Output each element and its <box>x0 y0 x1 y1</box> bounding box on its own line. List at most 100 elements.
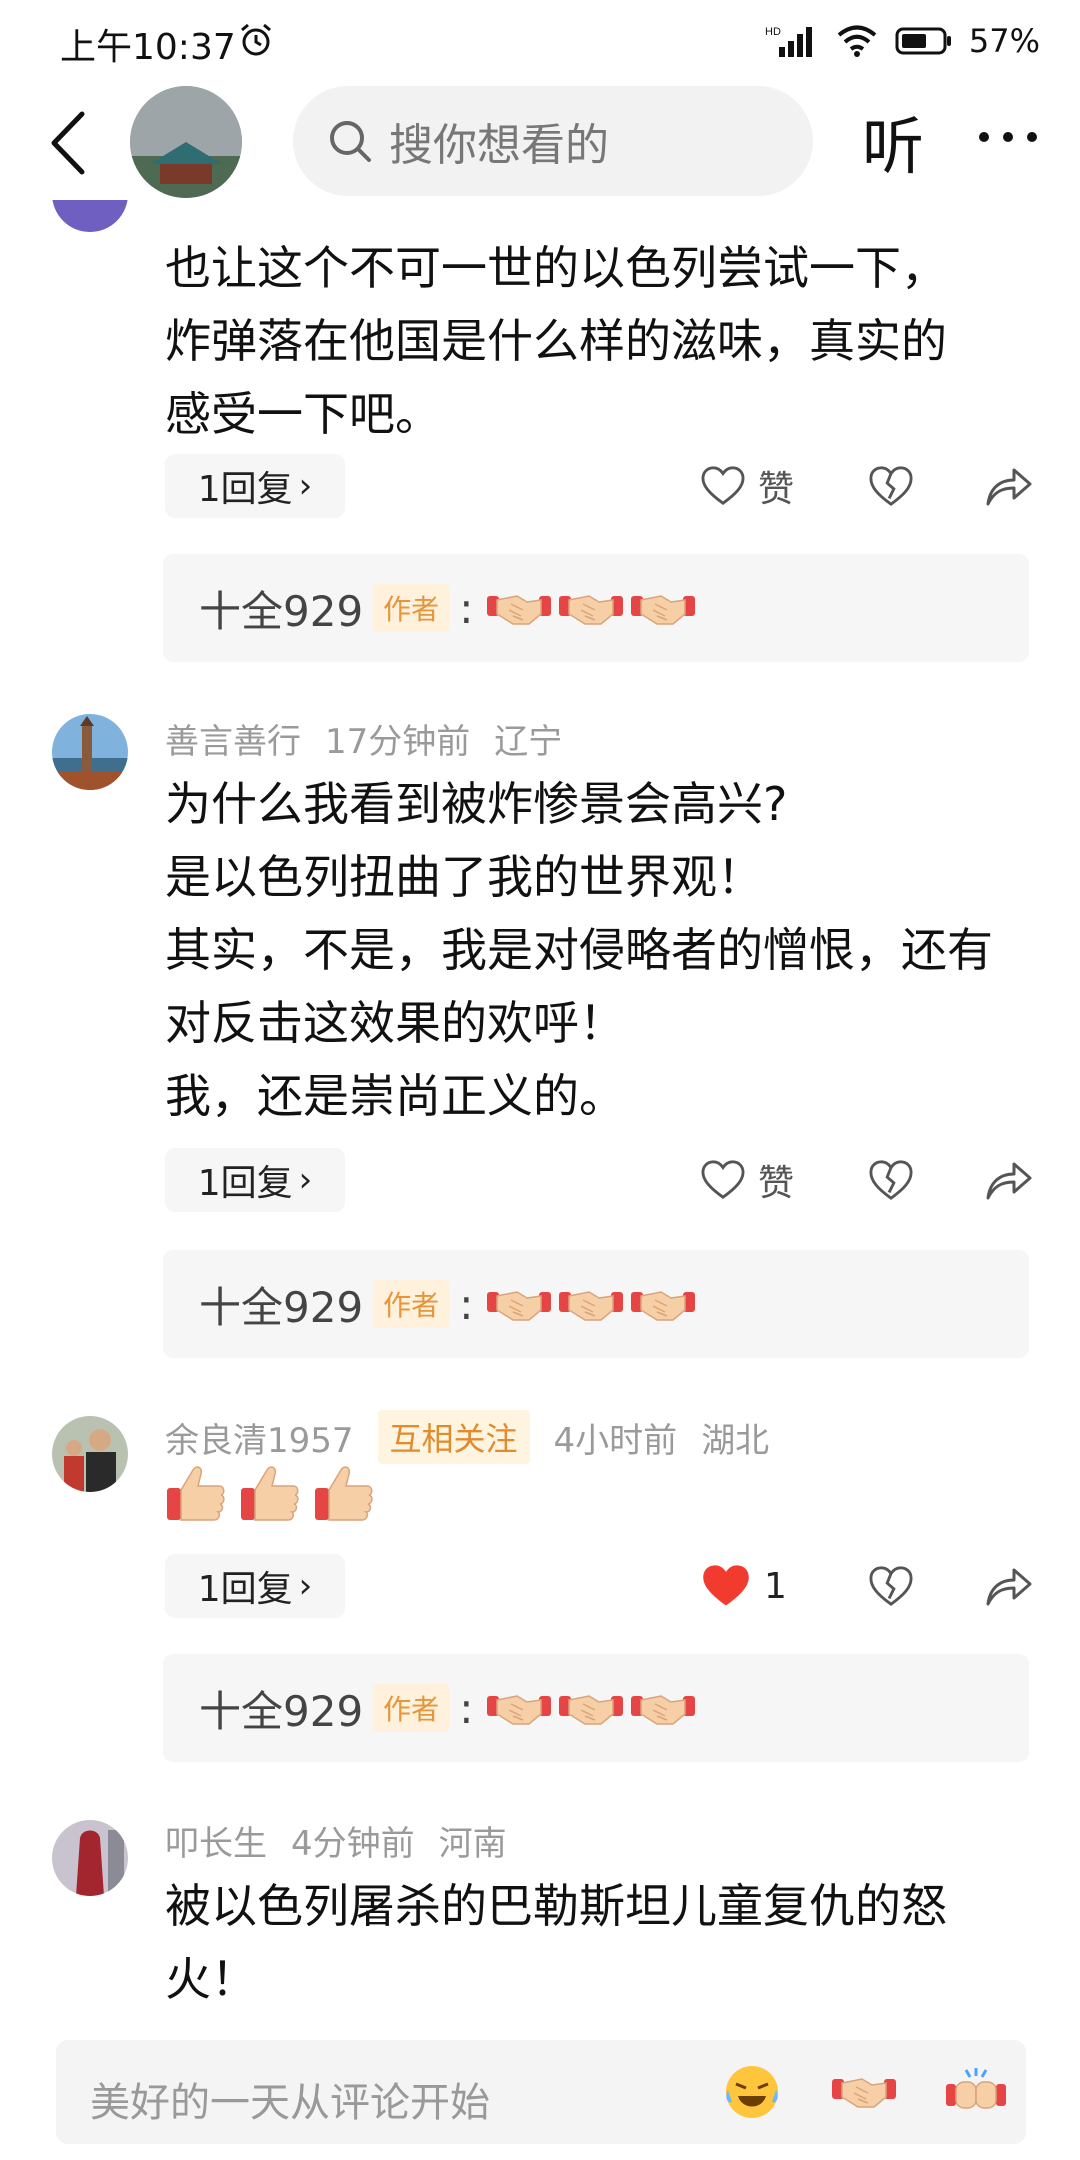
reply-count-button[interactable]: 1回复 › <box>165 1148 345 1212</box>
battery-icon <box>895 27 951 55</box>
handshake-emoji <box>559 1686 623 1730</box>
author-name: 十全929 <box>199 1282 364 1332</box>
reply-count-label: 1回复 <box>197 469 293 510</box>
comment-line: 对反击这效果的欢呼！ <box>165 996 625 1050</box>
like-button[interactable]: 1 <box>700 1554 787 1618</box>
author-reply-preview[interactable]: 十全929 作者 : <box>163 1250 1029 1358</box>
handshake-emoji <box>631 586 695 630</box>
comment-time: 4分钟前 <box>291 1824 415 1864</box>
colon: : <box>459 1683 474 1733</box>
comment-feed: 也让这个不可一世的以色列尝试一下， 炸弹落在他国是什么样的滋味，真实的 感受一下… <box>0 200 1080 2015</box>
comment-time: 4小时前 <box>553 1420 678 1461</box>
handshake-emoji <box>559 586 623 630</box>
status-bar: 上午10:37 HD 57% <box>0 0 1080 86</box>
status-time: 上午10:37 <box>60 27 236 68</box>
comment-text: 被以色列屠杀的巴勒斯坦儿童复仇的怒 火！ <box>165 1870 1025 2015</box>
comment-line: 我，还是崇尚正义的。 <box>165 1069 625 1123</box>
thumbs-up-emoji <box>165 1462 227 1524</box>
handshake-emoji <box>559 1282 623 1326</box>
share-icon[interactable] <box>984 462 1034 508</box>
broken-heart-icon[interactable] <box>868 1158 914 1202</box>
back-icon[interactable] <box>48 110 88 176</box>
share-icon[interactable] <box>984 1562 1034 1608</box>
reply-count-label: 1回复 <box>197 1163 293 1204</box>
comment-time: 17分钟前 <box>325 722 471 762</box>
comment-line: 是以色列扭曲了我的世界观！ <box>165 850 763 904</box>
comment-location: 辽宁 <box>494 722 563 762</box>
like-count: 1 <box>764 1565 787 1607</box>
username[interactable]: 叩长生 <box>165 1816 267 1865</box>
author-name: 十全929 <box>199 586 364 636</box>
comment-line: 感受一下吧。 <box>165 387 441 441</box>
comment-actions: 1 <box>700 1554 1040 1618</box>
heart-outline-icon <box>700 1159 746 1201</box>
fist-bump-emoji[interactable] <box>944 2064 1008 2120</box>
comment-meta: 余良清1957 互相关注 4小时前 湖北 <box>165 1410 769 1464</box>
comment-emojis <box>165 1462 387 1524</box>
svg-text:HD: HD <box>765 26 781 38</box>
author-badge: 作者 <box>373 1280 450 1328</box>
like-label: 赞 <box>758 469 795 510</box>
top-bar: 搜你想看的 听 <box>0 86 1080 200</box>
channel-avatar[interactable] <box>130 86 242 198</box>
avatar[interactable] <box>52 714 128 790</box>
avatar[interactable] <box>52 1416 128 1492</box>
listen-button[interactable]: 听 <box>862 96 924 186</box>
author-name: 十全929 <box>199 1686 364 1736</box>
share-icon[interactable] <box>984 1156 1034 1202</box>
comment-text: 为什么我看到被炸惨景会高兴? 是以色列扭曲了我的世界观！ 其实，不是，我是对侵略… <box>165 768 1025 1133</box>
chevron-right-icon: › <box>298 1566 313 1606</box>
broken-heart-icon[interactable] <box>868 1564 914 1608</box>
signal-icon: HD <box>765 26 812 57</box>
username[interactable]: 余良清1957 <box>165 1413 354 1462</box>
colon: : <box>459 583 474 633</box>
handshake-emoji <box>487 1282 551 1326</box>
author-reply-preview[interactable]: 十全929 作者 : <box>163 554 1029 662</box>
comment-actions: 赞 <box>700 454 1040 518</box>
heart-outline-icon <box>700 465 746 507</box>
comment-line: 也让这个不可一世的以色列尝试一下， <box>165 241 947 295</box>
handshake-emoji <box>631 1686 695 1730</box>
more-icon[interactable] <box>976 122 1040 152</box>
author-badge: 作者 <box>373 1684 450 1732</box>
search-box[interactable]: 搜你想看的 <box>293 86 813 196</box>
search-placeholder: 搜你想看的 <box>389 120 609 171</box>
comment-location: 河南 <box>438 1824 507 1864</box>
comment-line: 火！ <box>165 1952 257 2006</box>
avatar[interactable] <box>52 200 128 232</box>
author-badge: 作者 <box>373 584 450 632</box>
comment-input-bar[interactable]: 美好的一天从评论开始 <box>56 2040 1026 2144</box>
battery-percent: 57% <box>968 22 1040 60</box>
reply-count-button[interactable]: 1回复 › <box>165 1554 345 1618</box>
handshake-emoji <box>631 1282 695 1326</box>
comment-location: 湖北 <box>701 1420 770 1461</box>
avatar[interactable] <box>52 1820 128 1896</box>
heart-filled-icon <box>703 1565 749 1606</box>
colon: : <box>459 1279 474 1329</box>
like-button[interactable]: 赞 <box>700 1148 794 1212</box>
mutual-follow-tag: 互相关注 <box>377 1410 530 1464</box>
reply-count-label: 1回复 <box>197 1569 293 1610</box>
username[interactable]: 善言善行 <box>165 714 301 763</box>
author-reply-preview[interactable]: 十全929 作者 : <box>163 1654 1029 1762</box>
thumbs-up-emoji <box>239 1462 301 1524</box>
reply-count-button[interactable]: 1回复 › <box>165 454 345 518</box>
comment-line: 为什么我看到被炸惨景会高兴? <box>165 777 788 831</box>
status-right: HD 57% <box>765 18 1040 64</box>
comment-line: 被以色列屠杀的巴勒斯坦儿童复仇的怒 <box>165 1879 947 1933</box>
thumbs-up-emoji <box>313 1462 375 1524</box>
comment-meta: 叩长生 4分钟前 河南 <box>165 1816 507 1865</box>
chevron-right-icon: › <box>298 466 313 506</box>
handshake-emoji[interactable] <box>832 2068 896 2114</box>
like-label: 赞 <box>758 1163 795 1204</box>
comment-meta: 善言善行 17分钟前 辽宁 <box>165 714 562 763</box>
laugh-emoji[interactable] <box>722 2062 782 2122</box>
handshake-emoji <box>487 586 551 630</box>
comment-text: 也让这个不可一世的以色列尝试一下， 炸弹落在他国是什么样的滋味，真实的 感受一下… <box>165 232 1025 451</box>
like-button[interactable]: 赞 <box>700 454 794 518</box>
comment-actions: 赞 <box>700 1148 1040 1212</box>
wifi-icon <box>837 25 877 57</box>
comment-input-placeholder: 美好的一天从评论开始 <box>90 2080 490 2126</box>
broken-heart-icon[interactable] <box>868 464 914 508</box>
handshake-emoji <box>487 1686 551 1730</box>
